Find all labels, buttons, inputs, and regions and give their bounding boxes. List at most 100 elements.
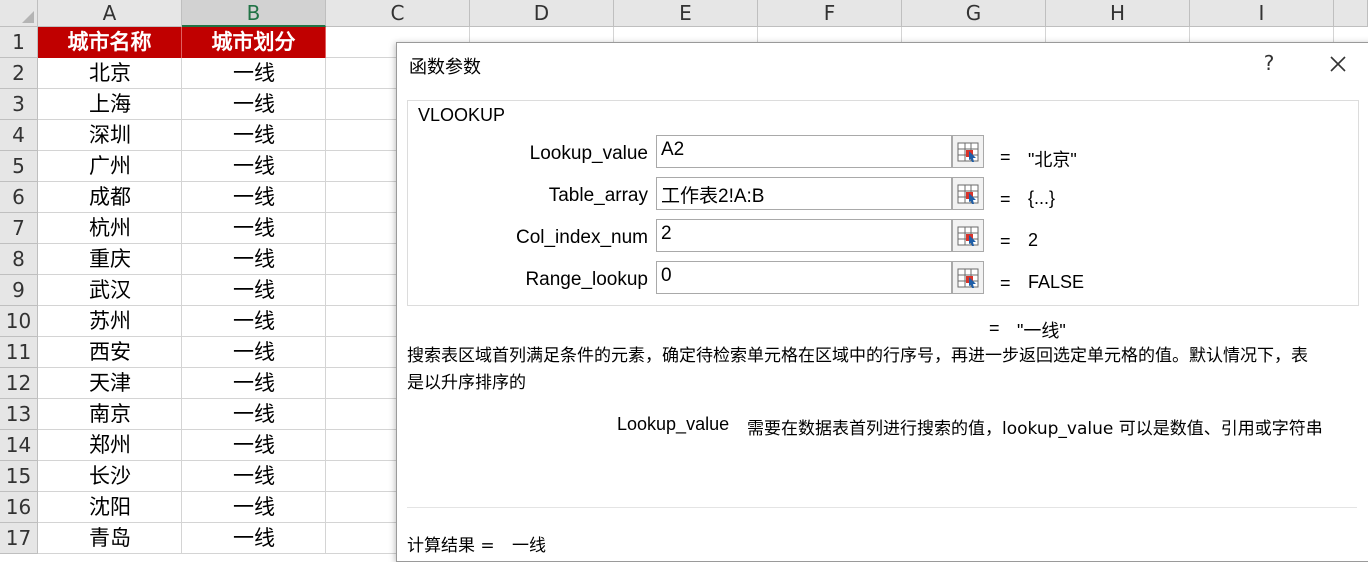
arg-result-range-lookup: FALSE xyxy=(1028,272,1085,292)
cell-city[interactable]: 青岛 xyxy=(38,523,182,554)
cell-tier[interactable]: 一线 xyxy=(182,461,326,492)
row-header[interactable]: 16 xyxy=(0,492,38,523)
column-header-i[interactable]: I xyxy=(1190,0,1334,27)
formula-result-value: "一线" xyxy=(1017,321,1066,341)
range-lookup-input[interactable]: 0 xyxy=(656,261,952,294)
cell-city[interactable]: 重庆 xyxy=(38,244,182,275)
argument-help-text: 需要在数据表首列进行搜索的值，lookup_value 可以是数值、引用或字符串 xyxy=(747,419,1323,439)
row-header[interactable]: 6 xyxy=(0,182,38,213)
column-header-h[interactable]: H xyxy=(1046,0,1190,27)
row-header[interactable]: 1 xyxy=(0,27,38,58)
cell-b1-header[interactable]: 城市划分 xyxy=(182,27,326,58)
row-header[interactable]: 15 xyxy=(0,461,38,492)
arg-label-lookup-value: Lookup_value xyxy=(529,143,648,164)
cell-tier[interactable]: 一线 xyxy=(182,430,326,461)
collapse-dialog-button[interactable] xyxy=(952,219,984,252)
row-header[interactable]: 5 xyxy=(0,151,38,182)
arg-equals: = xyxy=(1000,273,1011,293)
row-header[interactable]: 3 xyxy=(0,89,38,120)
dialog-title: 函数参数 xyxy=(409,57,481,78)
row-header[interactable]: 9 xyxy=(0,275,38,306)
function-description-line: 是以升序排序的 xyxy=(407,373,526,393)
cell-tier[interactable]: 一线 xyxy=(182,244,326,275)
range-select-icon xyxy=(957,268,979,288)
function-description: 搜索表区域首列满足条件的元素，确定待检索单元格在区域中的行序号，再进一步返回选定… xyxy=(407,343,1357,397)
cell-city[interactable]: 上海 xyxy=(38,89,182,120)
cell-a1-header[interactable]: 城市名称 xyxy=(38,27,182,58)
cell-city[interactable]: 北京 xyxy=(38,58,182,89)
cell-tier[interactable]: 一线 xyxy=(182,275,326,306)
arguments-group: VLOOKUP Lookup_value A2 = "北京" Table_arr… xyxy=(407,100,1359,306)
arg-equals: = xyxy=(1000,189,1011,209)
row-header[interactable]: 10 xyxy=(0,306,38,337)
arg-result-table-array: {...} xyxy=(1028,188,1056,208)
cell-tier[interactable]: 一线 xyxy=(182,120,326,151)
function-description-line: 搜索表区域首列满足条件的元素，确定待检索单元格在区域中的行序号，再进一步返回选定… xyxy=(407,346,1308,366)
cell-city[interactable]: 西安 xyxy=(38,337,182,368)
arg-label-table-array: Table_array xyxy=(548,185,648,206)
row-header[interactable]: 8 xyxy=(0,244,38,275)
cell-city[interactable]: 杭州 xyxy=(38,213,182,244)
cell-tier[interactable]: 一线 xyxy=(182,399,326,430)
cell-tier[interactable]: 一线 xyxy=(182,182,326,213)
cell-city[interactable]: 苏州 xyxy=(38,306,182,337)
cell-tier[interactable]: 一线 xyxy=(182,337,326,368)
column-header-b[interactable]: B xyxy=(182,0,326,27)
column-header-g[interactable]: G xyxy=(902,0,1046,27)
column-header-e[interactable]: E xyxy=(614,0,758,27)
cell-tier[interactable]: 一线 xyxy=(182,213,326,244)
cell-tier[interactable]: 一线 xyxy=(182,58,326,89)
cell-city[interactable]: 广州 xyxy=(38,151,182,182)
range-select-icon xyxy=(957,226,979,246)
cell-city[interactable]: 郑州 xyxy=(38,430,182,461)
cell-tier[interactable]: 一线 xyxy=(182,306,326,337)
collapse-dialog-button[interactable] xyxy=(952,135,984,168)
arg-label-col-index-num: Col_index_num xyxy=(515,227,648,248)
argument-help-name: Lookup_value xyxy=(617,414,730,434)
cell-tier[interactable]: 一线 xyxy=(182,368,326,399)
row-header[interactable]: 17 xyxy=(0,523,38,554)
select-all-corner[interactable] xyxy=(0,0,38,27)
row-header[interactable]: 7 xyxy=(0,213,38,244)
column-header-a[interactable]: A xyxy=(38,0,182,27)
cell-city[interactable]: 南京 xyxy=(38,399,182,430)
close-icon xyxy=(1330,56,1346,72)
cell-city[interactable]: 武汉 xyxy=(38,275,182,306)
row-header[interactable]: 11 xyxy=(0,337,38,368)
cell-tier[interactable]: 一线 xyxy=(182,151,326,182)
column-header-d[interactable]: D xyxy=(470,0,614,27)
cell-tier[interactable]: 一线 xyxy=(182,89,326,120)
cell-city[interactable]: 深圳 xyxy=(38,120,182,151)
column-header-f[interactable]: F xyxy=(758,0,902,27)
select-all-triangle-icon xyxy=(22,11,34,23)
row-header[interactable]: 13 xyxy=(0,399,38,430)
column-headers: A B C D E F G H I xyxy=(38,0,1368,27)
help-button[interactable]: ? xyxy=(1259,51,1279,75)
calculation-result-label: 计算结果 = xyxy=(407,536,495,556)
arg-equals: = xyxy=(1000,147,1011,167)
cell-city[interactable]: 长沙 xyxy=(38,461,182,492)
column-header-partial[interactable] xyxy=(1334,0,1368,27)
cell-city[interactable]: 天津 xyxy=(38,368,182,399)
column-header-c[interactable]: C xyxy=(326,0,470,27)
row-header[interactable]: 14 xyxy=(0,430,38,461)
row-header[interactable]: 12 xyxy=(0,368,38,399)
range-select-icon xyxy=(957,184,979,204)
cell-city[interactable]: 沈阳 xyxy=(38,492,182,523)
cell-tier[interactable]: 一线 xyxy=(182,492,326,523)
divider xyxy=(407,507,1357,508)
collapse-dialog-button[interactable] xyxy=(952,261,984,294)
table-array-input[interactable]: 工作表2!A:B xyxy=(656,177,952,210)
function-arguments-dialog: 函数参数 ? VLOOKUP Lookup_value A2 = "北京" Ta… xyxy=(396,42,1368,562)
col-index-num-input[interactable]: 2 xyxy=(656,219,952,252)
arg-label-range-lookup: Range_lookup xyxy=(525,269,648,290)
formula-result-equals: = xyxy=(989,318,1000,338)
close-button[interactable] xyxy=(1323,51,1353,77)
cell-tier[interactable]: 一线 xyxy=(182,523,326,554)
row-header[interactable]: 2 xyxy=(0,58,38,89)
cell-city[interactable]: 成都 xyxy=(38,182,182,213)
collapse-dialog-button[interactable] xyxy=(952,177,984,210)
calculation-result-value: 一线 xyxy=(512,536,546,556)
row-header[interactable]: 4 xyxy=(0,120,38,151)
lookup-value-input[interactable]: A2 xyxy=(656,135,952,168)
